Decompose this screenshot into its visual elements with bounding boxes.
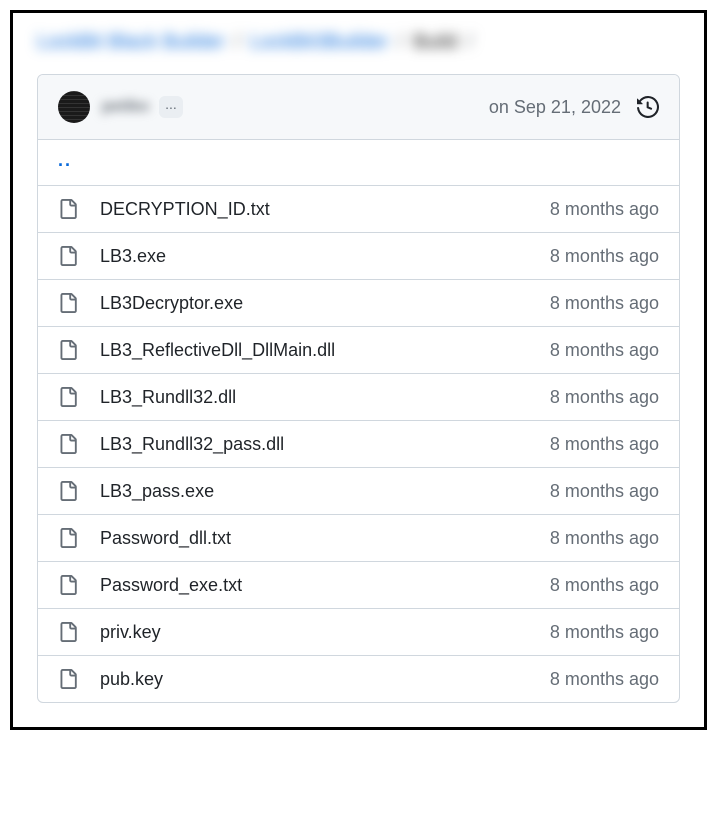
parent-directory-row[interactable]: .. (38, 140, 679, 186)
file-time: 8 months ago (550, 387, 659, 408)
avatar[interactable] (58, 91, 90, 123)
file-icon (58, 480, 78, 502)
file-time: 8 months ago (550, 575, 659, 596)
commit-more-button[interactable]: ... (159, 96, 183, 118)
file-row[interactable]: LB3_pass.exe 8 months ago (38, 468, 679, 515)
file-name[interactable]: LB3_ReflectiveDll_DllMain.dll (100, 340, 550, 361)
file-icon (58, 386, 78, 408)
file-row[interactable]: LB3Decryptor.exe 8 months ago (38, 280, 679, 327)
file-row[interactable]: LB3_ReflectiveDll_DllMain.dll 8 months a… (38, 327, 679, 374)
file-icon (58, 198, 78, 220)
file-time: 8 months ago (550, 340, 659, 361)
file-icon (58, 527, 78, 549)
file-row[interactable]: Password_exe.txt 8 months ago (38, 562, 679, 609)
breadcrumb-sep: / (467, 31, 473, 53)
commit-date: on Sep 21, 2022 (489, 97, 621, 118)
file-icon (58, 292, 78, 314)
commit-header: petiko ... on Sep 21, 2022 (38, 75, 679, 140)
commit-author[interactable]: petiko (102, 98, 149, 116)
file-time: 8 months ago (550, 622, 659, 643)
file-row[interactable]: LB3.exe 8 months ago (38, 233, 679, 280)
file-row[interactable]: LB3_Rundll32_pass.dll 8 months ago (38, 421, 679, 468)
file-name[interactable]: LB3_Rundll32.dll (100, 387, 550, 408)
file-listing: petiko ... on Sep 21, 2022 .. DECRYPTION… (37, 74, 680, 703)
file-row[interactable]: pub.key 8 months ago (38, 656, 679, 702)
file-time: 8 months ago (550, 481, 659, 502)
file-time: 8 months ago (550, 246, 659, 267)
file-time: 8 months ago (550, 528, 659, 549)
breadcrumb-folder[interactable]: LockBit3Builder (250, 31, 389, 53)
file-name[interactable]: LB3_Rundll32_pass.dll (100, 434, 550, 455)
file-row[interactable]: Password_dll.txt 8 months ago (38, 515, 679, 562)
file-time: 8 months ago (550, 293, 659, 314)
file-name[interactable]: LB3Decryptor.exe (100, 293, 550, 314)
file-icon (58, 621, 78, 643)
file-name[interactable]: Password_dll.txt (100, 528, 550, 549)
breadcrumb-sep: / (398, 31, 404, 53)
breadcrumb: LockBit Black Builder / LockBit3Builder … (37, 31, 680, 54)
file-name[interactable]: LB3_pass.exe (100, 481, 550, 502)
file-icon (58, 574, 78, 596)
breadcrumb-sep: / (234, 31, 240, 53)
file-row[interactable]: DECRYPTION_ID.txt 8 months ago (38, 186, 679, 233)
commit-meta: on Sep 21, 2022 (489, 96, 659, 118)
file-icon (58, 433, 78, 455)
breadcrumb-current: Build (413, 31, 457, 53)
history-icon[interactable] (637, 96, 659, 118)
file-time: 8 months ago (550, 434, 659, 455)
file-time: 8 months ago (550, 199, 659, 220)
file-icon (58, 245, 78, 267)
parent-directory-link[interactable]: .. (58, 150, 72, 171)
file-time: 8 months ago (550, 669, 659, 690)
file-name[interactable]: pub.key (100, 669, 550, 690)
file-row[interactable]: priv.key 8 months ago (38, 609, 679, 656)
file-icon (58, 339, 78, 361)
breadcrumb-root[interactable]: LockBit Black Builder (37, 31, 225, 53)
file-row[interactable]: LB3_Rundll32.dll 8 months ago (38, 374, 679, 421)
file-name[interactable]: LB3.exe (100, 246, 550, 267)
file-name[interactable]: priv.key (100, 622, 550, 643)
file-name[interactable]: Password_exe.txt (100, 575, 550, 596)
file-name[interactable]: DECRYPTION_ID.txt (100, 199, 550, 220)
repo-frame: LockBit Black Builder / LockBit3Builder … (10, 10, 707, 730)
file-icon (58, 668, 78, 690)
